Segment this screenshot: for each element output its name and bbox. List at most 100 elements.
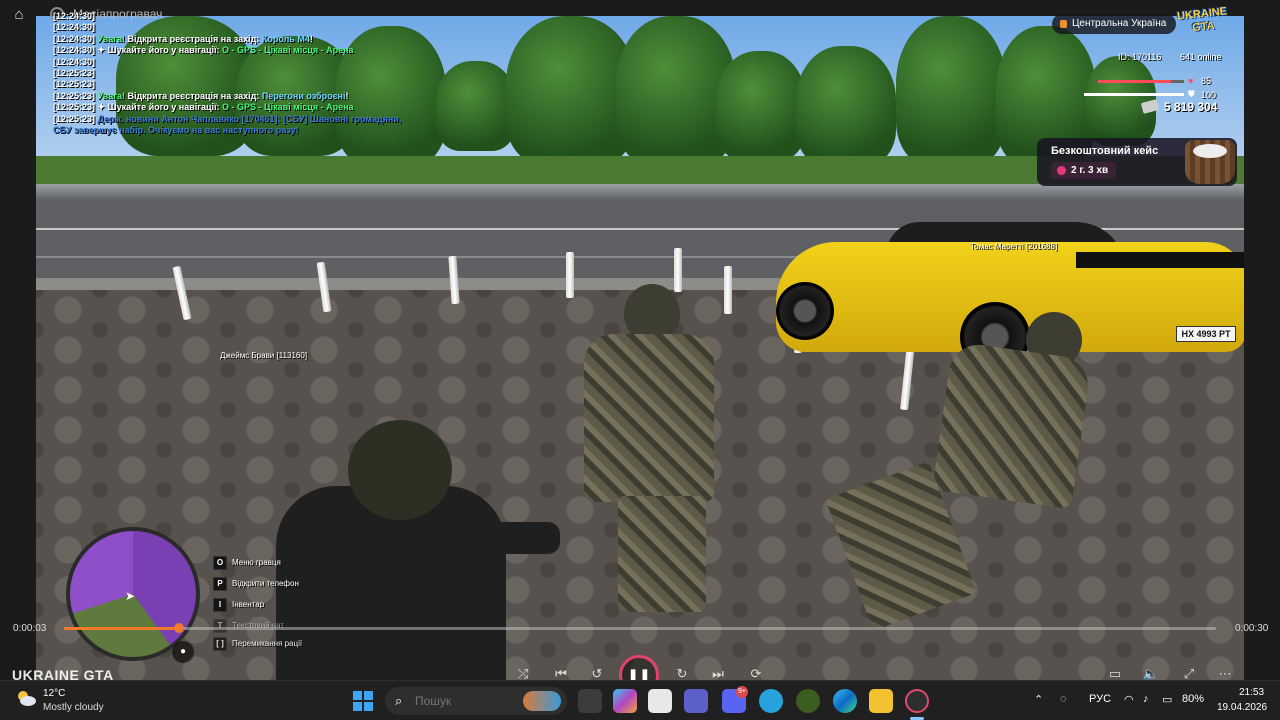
chat-timestamp: [12:25:23]: [53, 90, 98, 101]
chat-line: [12:25:23] Держ. новини Антон Чаплавяко …: [53, 114, 401, 125]
windows-start-icon[interactable]: [353, 691, 373, 711]
region-badge: Центральна Україна: [1052, 14, 1177, 34]
chat-text: ✦ Шукайте його у навігації:: [97, 45, 223, 56]
free-case-title: Безкоштовний кейс: [1051, 145, 1159, 157]
chat-text: О - GPS - Цікаві місця - Арена: [222, 45, 354, 56]
watermark: UKRAINE GTA: [12, 667, 114, 680]
chat-timestamp: [12:24:30]: [53, 22, 96, 33]
chat-text: О - GPS - Цікаві місця - Арена: [222, 102, 354, 113]
subtitles-icon[interactable]: ▭: [1104, 666, 1126, 680]
keybind-label: Перемикання рації: [232, 639, 303, 648]
taskbar-search[interactable]: ⌕: [385, 687, 567, 715]
chat-timestamp: [12:25:23]: [53, 113, 98, 124]
clock-time[interactable]: 21:53: [1239, 687, 1264, 698]
edge-icon[interactable]: [833, 689, 857, 713]
chat-text: Увага!: [97, 33, 125, 44]
rewind-icon[interactable]: ↺: [586, 666, 608, 680]
copilot-icon[interactable]: [613, 689, 637, 713]
player-position-arrow-icon: ➤: [125, 589, 136, 603]
armor-bar: [1084, 93, 1184, 96]
chat-timestamp: [12:25:23]: [53, 79, 96, 90]
weather-temperature[interactable]: 12°C: [43, 688, 65, 699]
guard-rail: [36, 184, 1244, 200]
file-explorer-icon[interactable]: [869, 689, 893, 713]
next-icon[interactable]: ⏭: [707, 666, 729, 680]
tree: [796, 46, 896, 166]
health-bar-fill: [1098, 80, 1172, 83]
search-input[interactable]: [415, 694, 515, 708]
previous-icon[interactable]: ⏮: [550, 666, 572, 680]
battery-percent[interactable]: 80%: [1182, 693, 1204, 705]
soldier-body: [932, 340, 1092, 510]
free-case-panel[interactable]: Безкоштовний кейс 2 г. 3 хв: [1037, 138, 1237, 186]
screen: НХ 4993 РТ ⌂ Медіапрогравач [12:24:30] […: [0, 0, 1280, 720]
chat-text: СБУ завершує набір. Очікуємо на вас наст…: [53, 125, 299, 136]
money-amount: 5 819 304: [1164, 100, 1218, 114]
repeat-icon[interactable]: ⟳: [745, 666, 767, 680]
fullscreen-icon[interactable]: ⤢: [1178, 666, 1200, 680]
volume-icon[interactable]: 🔈: [1140, 666, 1162, 680]
shuffle-icon[interactable]: ⤮: [512, 666, 534, 680]
heart-icon: ♥: [1188, 76, 1194, 86]
keybind-key: [ ]: [213, 637, 227, 651]
keybind-key: P: [213, 577, 227, 591]
bollard: [674, 248, 682, 292]
home-icon[interactable]: ⌂: [10, 6, 28, 24]
search-icon: ⌕: [395, 693, 403, 708]
speaker-icon[interactable]: ♪: [1143, 693, 1149, 705]
battery-icon[interactable]: ▭: [1162, 693, 1172, 706]
media-player-window: НХ 4993 РТ ⌂ Медіапрогравач [12:24:30] […: [0, 0, 1280, 680]
car-stripe: [1076, 252, 1244, 268]
shield-icon: ⛊: [1188, 89, 1195, 99]
store-icon[interactable]: [648, 689, 672, 713]
chat-line: [12:25:23]: [53, 68, 401, 79]
forward-icon[interactable]: ↻: [671, 666, 693, 680]
more-icon[interactable]: ⋯: [1214, 666, 1236, 680]
keybind-label: Меню гравця: [232, 558, 281, 567]
health-bar: [1098, 80, 1184, 83]
clock-date[interactable]: 19.04.2026: [1217, 702, 1267, 713]
chevron-up-icon[interactable]: ⌃: [1034, 693, 1043, 706]
player-id: ID: 170116: [1118, 52, 1162, 62]
ukraine-gta-logo: UKRAINE GTA: [1176, 5, 1228, 35]
chat-text: !: [345, 90, 349, 101]
discord-badge: 9+: [736, 686, 748, 698]
armor-value: 100: [1201, 90, 1217, 100]
chat-timestamp: [12:24:30]: [53, 33, 98, 44]
chat-timestamp: [12:24:30]: [53, 56, 96, 67]
microphone-icon[interactable]: ●: [172, 641, 194, 663]
game-launcher-icon[interactable]: [796, 689, 820, 713]
bollard: [724, 266, 732, 314]
chat-timestamp: [12:25:23]: [53, 68, 96, 79]
chat-line: [12:25:23]: [53, 79, 401, 90]
chat-line: [12:25:23] Увага! Відкрита реєстрація на…: [53, 91, 401, 102]
tree: [716, 51, 806, 161]
task-view-icon[interactable]: [578, 689, 602, 713]
telegram-icon[interactable]: [759, 689, 783, 713]
game-chat: [12:24:30] [12:24:30] [12:24:30] Увага! …: [53, 11, 401, 136]
wifi-icon[interactable]: ◠: [1124, 693, 1134, 706]
health-value: 85: [1201, 76, 1212, 86]
player-character-head: [348, 420, 452, 520]
taskbar: 12°C Mostly cloudy ⌕ 9+ ⌃ ◌ РУС ◠ ♪ ▭ 80…: [0, 680, 1280, 720]
chat-line: СБУ завершує набір. Очікуємо на вас наст…: [53, 125, 401, 136]
chat-line: [12:24:30] ✦ Шукайте його у навігації: О…: [53, 45, 401, 56]
chat-text: Відкрита реєстрація на захід:: [124, 33, 262, 44]
seek-bar[interactable]: [64, 627, 1216, 630]
car-owner-nametag: Томас Маретті [201688]: [970, 242, 1058, 251]
chat-line: [12:24:30] Увага! Відкрита реєстрація на…: [53, 34, 401, 45]
teams-icon[interactable]: [684, 689, 708, 713]
onedrive-icon[interactable]: ◌: [1060, 693, 1067, 705]
weather-description[interactable]: Mostly cloudy: [43, 702, 104, 713]
media-player-taskbar-icon[interactable]: [905, 689, 929, 713]
chat-text: Відкрита реєстрація на захід:: [124, 90, 262, 101]
cloud-icon[interactable]: [15, 689, 37, 707]
language-indicator[interactable]: РУС: [1089, 693, 1111, 705]
soldier-body: [584, 334, 714, 502]
keybind-key: I: [213, 598, 227, 612]
bollard: [566, 252, 574, 298]
duration: 0:00:30: [1235, 623, 1269, 634]
keybind-label: Відкрити телефон: [232, 579, 299, 588]
keybind-key: T: [213, 619, 227, 633]
keybind-key: O: [213, 556, 227, 570]
